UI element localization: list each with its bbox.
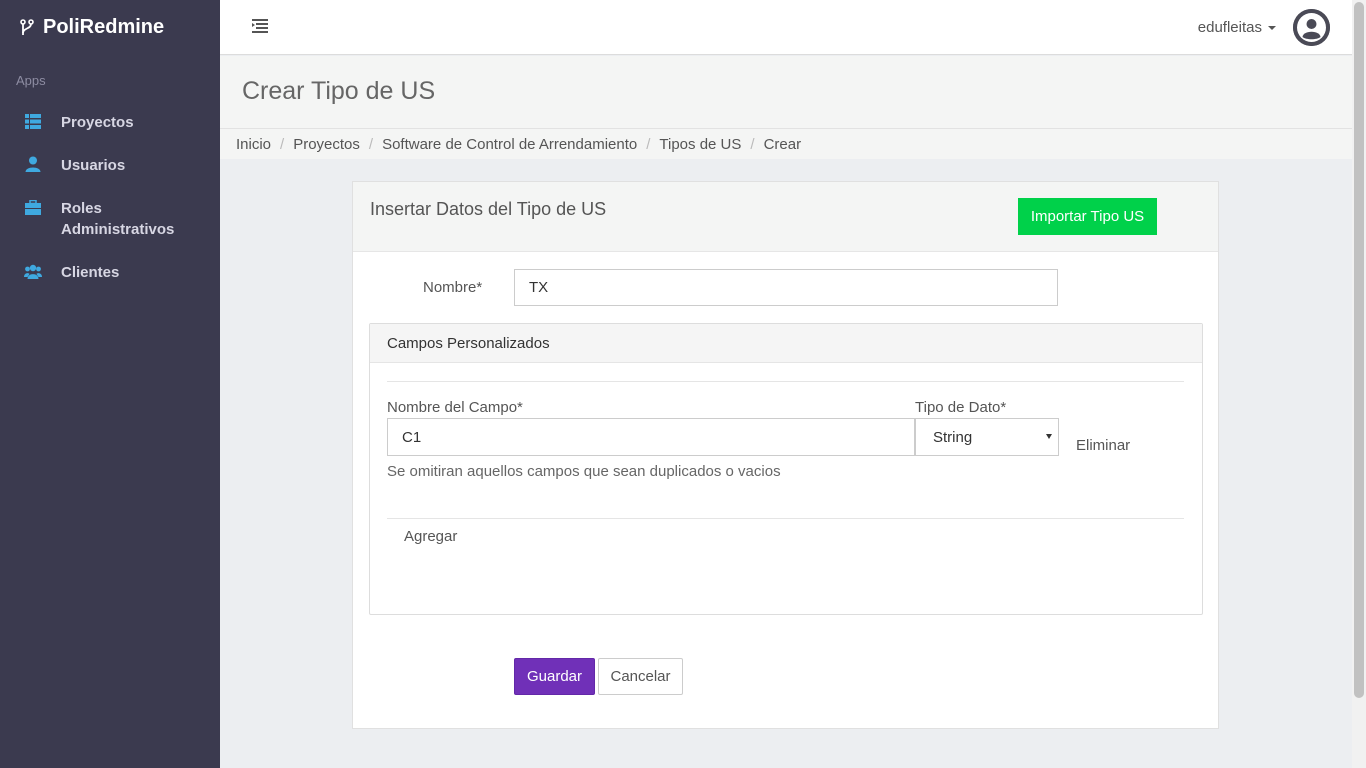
breadcrumb-separator: / bbox=[646, 135, 651, 153]
breadcrumb-inicio[interactable]: Inicio bbox=[236, 136, 271, 153]
breadcrumb-separator: / bbox=[750, 135, 755, 153]
form-card: Insertar Datos del Tipo de US Importar T… bbox=[352, 181, 1219, 729]
breadcrumb-proyectos[interactable]: Proyectos bbox=[293, 136, 360, 153]
caret-down-icon bbox=[1046, 434, 1052, 439]
sidebar-item-label: Proyectos bbox=[61, 114, 134, 131]
page-header: Crear Tipo de US bbox=[220, 56, 1352, 129]
users-icon bbox=[24, 262, 42, 280]
breadcrumb-tipos-de-us[interactable]: Tipos de US bbox=[659, 136, 741, 153]
menu-toggle-icon[interactable] bbox=[252, 19, 270, 35]
tipo-dato-selected: String bbox=[933, 428, 973, 446]
scrollbar-thumb[interactable] bbox=[1354, 2, 1364, 698]
nombre-campo-label: Nombre del Campo* bbox=[387, 399, 523, 416]
card-title: Insertar Datos del Tipo de US bbox=[370, 199, 607, 219]
panel-title: Campos Personalizados bbox=[370, 324, 1202, 363]
guardar-button[interactable]: Guardar bbox=[514, 658, 595, 695]
sidebar-item-label: Roles Administrativos bbox=[61, 200, 175, 238]
user-menu-dropdown[interactable]: edufleitas bbox=[1198, 19, 1276, 36]
caret-down-icon bbox=[1268, 26, 1276, 31]
page-title: Crear Tipo de US bbox=[242, 77, 436, 105]
breadcrumb-project[interactable]: Software de Control de Arrendamiento bbox=[382, 136, 637, 153]
briefcase-icon bbox=[24, 198, 42, 216]
tipo-dato-select[interactable]: String bbox=[915, 418, 1059, 456]
nombre-input[interactable] bbox=[514, 269, 1058, 306]
avatar[interactable] bbox=[1293, 9, 1330, 46]
nombre-campo-input[interactable] bbox=[387, 418, 915, 456]
top-navbar: edufleitas bbox=[220, 0, 1352, 55]
sidebar-item-clientes[interactable]: Clientes bbox=[0, 262, 220, 283]
page-scrollbar[interactable] bbox=[1352, 0, 1366, 768]
sidebar-item-usuarios[interactable]: Usuarios bbox=[0, 155, 220, 176]
tipo-dato-label: Tipo de Dato* bbox=[915, 399, 1007, 416]
divider bbox=[387, 518, 1184, 519]
sidebar-item-proyectos[interactable]: Proyectos bbox=[0, 112, 220, 133]
breadcrumb-current: Crear bbox=[763, 135, 802, 153]
eliminar-button[interactable]: Eliminar bbox=[1076, 437, 1130, 454]
card-header: Insertar Datos del Tipo de US Importar T… bbox=[353, 182, 1218, 252]
cancelar-button[interactable]: Cancelar bbox=[598, 658, 683, 695]
nombre-label: Nombre* bbox=[423, 279, 483, 296]
brand[interactable]: PoliRedmine bbox=[0, 0, 220, 55]
list-icon bbox=[24, 112, 42, 130]
sidebar-item-roles-administrativos[interactable]: Roles Administrativos bbox=[0, 198, 220, 240]
apps-section-label: Apps bbox=[16, 73, 46, 88]
divider bbox=[387, 381, 1184, 382]
campos-personalizados-panel: Campos Personalizados Nombre del Campo* … bbox=[369, 323, 1203, 615]
breadcrumb: Inicio / Proyectos / Software de Control… bbox=[220, 129, 1352, 159]
branch-icon bbox=[20, 18, 34, 37]
agregar-button[interactable]: Agregar bbox=[404, 528, 457, 545]
brand-name: PoliRedmine bbox=[43, 16, 165, 38]
username-label: edufleitas bbox=[1197, 19, 1262, 36]
help-text: Se omitiran aquellos campos que sean dup… bbox=[387, 463, 781, 480]
import-tipo-us-button[interactable]: Importar Tipo US bbox=[1018, 198, 1157, 235]
user-icon bbox=[24, 155, 42, 173]
sidebar: PoliRedmine Apps Proyectos Usuarios Role… bbox=[0, 0, 220, 768]
sidebar-item-label: Usuarios bbox=[61, 157, 126, 174]
breadcrumb-separator: / bbox=[368, 135, 374, 153]
breadcrumb-separator: / bbox=[280, 135, 285, 153]
sidebar-item-label: Clientes bbox=[61, 264, 120, 281]
